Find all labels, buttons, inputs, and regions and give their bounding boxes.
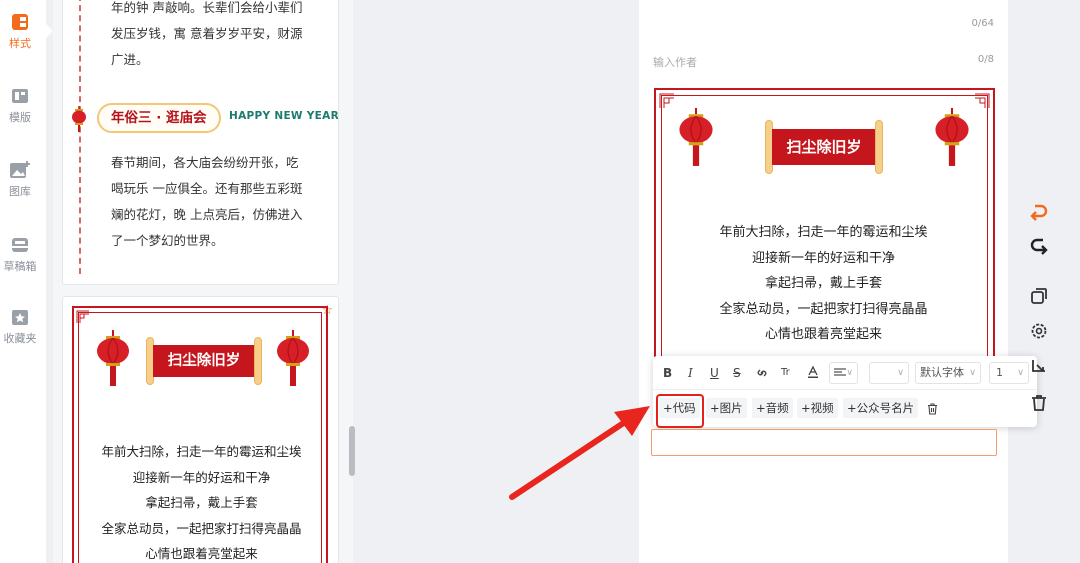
section-heading: 年俗三 · 逛庙会 HAPPY NEW YEAR	[71, 103, 339, 133]
rail-item-label: 模版	[9, 111, 31, 124]
rail-active-pointer	[46, 24, 53, 38]
timeline-dashed-line	[79, 0, 81, 274]
rail-item-label: 样式	[9, 37, 31, 50]
copy-icon[interactable]	[1028, 285, 1050, 307]
link-icon[interactable]	[755, 366, 769, 380]
undo-icon[interactable]	[1028, 202, 1050, 224]
image-library-icon	[10, 161, 30, 178]
section-subtitle: HAPPY NEW YEAR	[229, 110, 339, 122]
lantern-icon	[97, 330, 129, 386]
chevron-down-icon: ∨	[897, 368, 904, 378]
drafts-icon	[12, 238, 28, 252]
author-char-count: 0/8	[977, 54, 994, 65]
article-editor: 0/64 输入作者 0/8 扫尘除旧岁 年前大扫除，扫走一年的霉运和尘埃 迎接新…	[639, 0, 1008, 563]
template-card[interactable]: 年的钟 声敲响。长辈们会给小辈们 发压岁钱，寓 意着岁岁平安，财源 广进。 年俗…	[62, 0, 339, 285]
lantern-icon	[679, 108, 713, 166]
heading-select[interactable]: ∨	[869, 362, 909, 384]
rail-item-label: 收藏夹	[3, 332, 37, 345]
trash-icon[interactable]	[927, 403, 938, 415]
rail-item-label: 草稿箱	[3, 260, 37, 273]
section-pill: 年俗三 · 逛庙会	[97, 103, 221, 133]
right-action-rail	[1022, 0, 1058, 563]
list-scrollbar[interactable]	[349, 426, 355, 476]
template-icon	[12, 89, 28, 103]
card-text-top: 年的钟 声敲响。长辈们会给小辈们 发压岁钱，寓 意着岁岁平安，财源 广进。	[111, 0, 303, 67]
card-text-bottom: 春节期间，各大庙会纷纷开张，吃 喝玩乐 一应俱全。还有那些五彩斑 斓的花灯，晚 …	[111, 155, 303, 248]
poem-text: 年前大扫除，扫走一年的霉运和尘埃 迎接新一年的好运和干净 拿起扫帚，戴上手套 全…	[101, 444, 302, 561]
text-color-icon[interactable]	[806, 365, 820, 379]
frame-corner-icon	[659, 93, 674, 108]
frame-corner-icon	[975, 93, 990, 108]
insert-video-button[interactable]: +视频	[797, 398, 838, 418]
rail-item-style[interactable]: 样式	[0, 12, 40, 51]
rail-item-label: 图库	[9, 185, 31, 198]
align-left-icon	[834, 368, 846, 376]
favorites-icon	[12, 310, 28, 325]
scroll-banner: 扫尘除旧岁	[146, 337, 262, 385]
italic-button[interactable]: I	[688, 365, 693, 381]
format-row: B I U S Tr ∨ ∨ 默认字体 ∨ 1 ∨	[653, 356, 1037, 390]
format-toolbar: B I U S Tr ∨ ∨ 默认字体 ∨ 1 ∨ +代码 +图片 +音频 +视…	[653, 356, 1037, 427]
highlight-box	[656, 394, 704, 428]
chevron-down-icon: ∨	[969, 368, 976, 378]
style-icon	[12, 14, 28, 30]
rail-item-image-library[interactable]: 图库	[0, 160, 40, 199]
chevron-down-icon: ∨	[846, 368, 853, 378]
align-select[interactable]: ∨	[829, 362, 858, 384]
lantern-icon	[72, 106, 86, 132]
font-size-button[interactable]: Tr	[781, 365, 790, 381]
template-card[interactable]: ☆ 扫尘除旧岁 年前大扫除，扫走一年的霉运和尘埃 迎接新一年的好运和干净 拿起扫…	[62, 296, 339, 563]
author-input[interactable]: 输入作者	[653, 54, 697, 70]
insert-image-button[interactable]: +图片	[706, 398, 747, 418]
template-list: 年的钟 声敲响。长辈们会给小辈们 发压岁钱，寓 意着岁岁平安，财源 广进。 年俗…	[53, 0, 353, 563]
title-char-count: 0/64	[971, 18, 994, 29]
rail-item-drafts[interactable]: 草稿箱	[0, 235, 40, 274]
font-family-select[interactable]: 默认字体 ∨	[915, 362, 981, 384]
underline-button[interactable]: U	[710, 365, 719, 381]
settings-icon[interactable]	[1028, 320, 1050, 342]
poem-text: 年前大扫除，扫走一年的霉运和尘埃 迎接新一年的好运和干净 拿起扫帚，戴上手套 全…	[719, 225, 928, 342]
strikethrough-button[interactable]: S	[733, 365, 741, 381]
rail-item-template[interactable]: 模版	[0, 86, 40, 125]
rail-item-favorites[interactable]: 收藏夹	[0, 307, 40, 346]
insert-row: +代码 +图片 +音频 +视频 +公众号名片	[653, 390, 1037, 427]
code-input-field[interactable]	[651, 429, 997, 456]
lantern-icon	[277, 330, 309, 386]
left-nav-rail: 样式 模版 图库 草稿箱 收藏夹	[0, 0, 46, 563]
redo-icon[interactable]	[1028, 236, 1050, 258]
lantern-icon	[935, 108, 969, 166]
app-root: 样式 模版 图库 草稿箱 收藏夹 年的钟 声敲响。长辈们会给小辈们 发压岁钱，寓…	[0, 0, 1080, 563]
transform-icon[interactable]	[1028, 356, 1050, 378]
bold-button[interactable]: B	[663, 365, 672, 381]
insert-audio-button[interactable]: +音频	[752, 398, 793, 418]
annotation-arrow-icon	[509, 406, 650, 500]
insert-account-card-button[interactable]: +公众号名片	[843, 398, 919, 418]
delete-icon[interactable]	[1028, 392, 1050, 414]
frame-corner-icon	[76, 310, 89, 323]
scroll-banner: 扫尘除旧岁	[765, 120, 883, 174]
